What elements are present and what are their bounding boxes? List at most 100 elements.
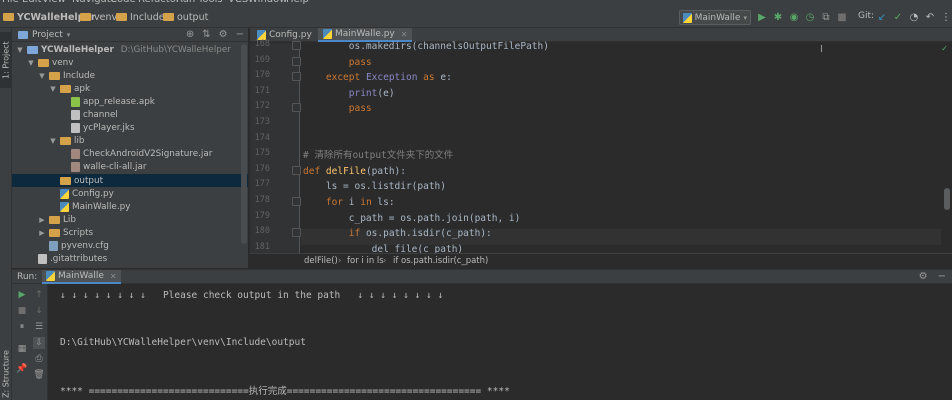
tree-item-label: CheckAndroidV2Signature.jar: [83, 149, 213, 160]
print-icon[interactable]: ⎙: [33, 353, 45, 365]
project-view-select[interactable]: Project: [32, 30, 63, 40]
folder-icon: [80, 13, 91, 21]
breadcrumb-item[interactable]: for i in ls: [347, 256, 384, 266]
tree-item-label: Lib: [63, 214, 76, 225]
tree-item[interactable]: app_release.apk: [12, 95, 248, 108]
stop-icon[interactable]: ■: [836, 11, 848, 23]
line-number: 180: [254, 226, 270, 237]
soft-wrap-icon[interactable]: ☰: [33, 321, 45, 333]
line-number: 174: [254, 132, 270, 143]
menu-item-edit[interactable]: Edit: [22, 0, 41, 5]
chevron-down-icon[interactable]: ▾: [67, 31, 71, 39]
collapse-arrow-icon[interactable]: ▶: [38, 216, 46, 224]
stop-icon[interactable]: ■: [16, 305, 28, 317]
python-icon: [323, 29, 332, 39]
run-tab-mainwalle[interactable]: MainWalle ✕: [42, 270, 121, 284]
console-line: D:\GitHub\YCWalleHelper\venv\Include\out…: [60, 337, 306, 348]
menu-item-window[interactable]: Window: [248, 0, 287, 5]
breadcrumb-item[interactable]: if os.path.isdir(c_path): [393, 256, 488, 266]
code-line: del_file(c_path): [303, 243, 464, 253]
pause-icon[interactable]: ⏸: [16, 321, 28, 333]
tree-item[interactable]: channel: [12, 109, 248, 122]
profile-icon[interactable]: ◷: [804, 11, 816, 23]
code-line: ls = os.listdir(path): [303, 181, 446, 193]
tree-item[interactable]: ▼ Include: [12, 69, 248, 82]
folder-icon: [49, 228, 60, 237]
tree-item[interactable]: pyvenv.cfg: [12, 240, 248, 253]
gear-icon[interactable]: ⚙: [919, 271, 928, 282]
tree-item[interactable]: ▼ lib: [12, 135, 248, 148]
git-update-icon[interactable]: ↙: [876, 11, 888, 23]
pin-icon[interactable]: 📌: [16, 363, 28, 375]
expand-arrow-icon[interactable]: ▼: [49, 85, 57, 93]
fold-marker-icon[interactable]: [292, 197, 301, 206]
inspection-ok-icon[interactable]: ✓: [941, 44, 948, 53]
rerun-icon[interactable]: ▶: [16, 289, 28, 301]
menu-item-view[interactable]: View: [42, 0, 66, 5]
close-icon[interactable]: ✕: [401, 30, 408, 39]
tree-item[interactable]: ▼ venv: [12, 56, 248, 69]
concurrency-icon[interactable]: ⧉: [820, 11, 832, 23]
git-rollback-icon[interactable]: ↶: [924, 11, 936, 23]
fold-marker-icon[interactable]: [292, 103, 301, 113]
run-configuration-select[interactable]: MainWalle ▾: [679, 10, 751, 25]
menu-item-help[interactable]: Help: [286, 0, 309, 5]
fold-marker-icon[interactable]: [292, 72, 301, 82]
minimize-icon[interactable]: −: [236, 29, 244, 40]
menu-item-file[interactable]: File: [2, 0, 19, 5]
tree-item[interactable]: output: [12, 174, 248, 187]
expand-arrow-icon[interactable]: ▼: [27, 59, 35, 67]
add-icon[interactable]: ⊕: [186, 29, 194, 40]
fold-marker-icon[interactable]: [292, 165, 301, 175]
collapse-arrow-icon[interactable]: ▶: [38, 229, 46, 237]
minimize-icon[interactable]: −: [938, 271, 946, 282]
console-line: **** ============================执行完成===…: [60, 386, 510, 397]
line-number: 172: [254, 101, 270, 112]
expand-arrow-icon[interactable]: ▼: [16, 46, 24, 54]
editor-scrollbar[interactable]: [944, 188, 950, 210]
close-icon[interactable]: ✕: [110, 272, 117, 281]
collapse-all-icon[interactable]: ⇅: [202, 29, 210, 40]
tree-item[interactable]: MainWalle.py: [12, 200, 248, 213]
tree-item[interactable]: walle-cli-all.jar: [12, 161, 248, 174]
tree-item[interactable]: ▼ YCWalleHelper D:\GitHub\YCWalleHelper: [12, 43, 248, 56]
tree-item[interactable]: ycPlayer.jks: [12, 122, 248, 135]
menu-item-code[interactable]: Code: [110, 0, 136, 5]
scroll-to-end-icon[interactable]: ⇩: [33, 337, 45, 349]
project-tool-tab[interactable]: 1: Project: [0, 32, 12, 88]
tree-item[interactable]: CheckAndroidV2Signature.jar: [12, 148, 248, 161]
tree-item[interactable]: ▶ Lib: [12, 213, 248, 226]
expand-arrow-icon[interactable]: ▼: [38, 72, 46, 80]
clear-all-icon[interactable]: 🗑: [33, 369, 45, 381]
debug-icon[interactable]: ✱: [772, 11, 784, 23]
gear-icon[interactable]: ⚙: [219, 29, 228, 40]
fold-marker-icon[interactable]: [292, 228, 301, 238]
more-icon[interactable]: ⋮: [940, 11, 952, 23]
down-arrow-icon[interactable]: ↓: [33, 305, 45, 317]
coverage-icon[interactable]: ◉: [788, 11, 800, 23]
line-number: 177: [254, 179, 270, 190]
menu-item-refactor[interactable]: Refactor: [138, 0, 180, 5]
structure-tool-tab[interactable]: Z: Structure: [0, 350, 12, 398]
fold-marker-icon[interactable]: [292, 41, 301, 50]
git-history-icon[interactable]: ◔: [908, 11, 920, 23]
tree-item[interactable]: ▶ Scripts: [12, 226, 248, 239]
breadcrumb-item[interactable]: delFile(): [304, 256, 338, 266]
nav-crumb-output[interactable]: output: [163, 10, 208, 24]
menu-item-vcs[interactable]: VCS: [228, 0, 248, 5]
menu-item-tools[interactable]: Tools: [198, 0, 223, 5]
run-icon[interactable]: ▶: [756, 11, 768, 23]
run-console[interactable]: ↓ ↓ ↓ ↓ ↓ ↓ ↓ ↓ Please check output in t…: [48, 284, 952, 400]
up-arrow-icon[interactable]: ↑: [33, 289, 45, 301]
tree-item[interactable]: .gitattributes: [12, 253, 248, 266]
folder-icon: [49, 71, 60, 80]
project-scrollbar[interactable]: [241, 44, 247, 244]
git-commit-icon[interactable]: ✓: [892, 11, 904, 23]
restore-layout-icon[interactable]: ▦: [16, 343, 28, 355]
folder-icon: [38, 58, 49, 67]
tree-item[interactable]: ▼ apk: [12, 82, 248, 95]
fold-marker-icon[interactable]: [292, 56, 301, 66]
tree-item[interactable]: Config.py: [12, 187, 248, 200]
expand-arrow-icon[interactable]: ▼: [49, 137, 57, 145]
menu-item-run[interactable]: Run: [176, 0, 195, 5]
